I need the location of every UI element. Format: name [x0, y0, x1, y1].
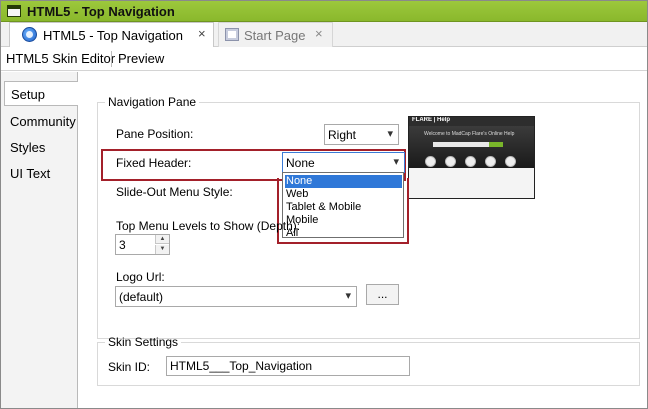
tab-label: HTML5 - Top Navigation — [43, 28, 183, 43]
skin-settings-legend: Skin Settings — [108, 335, 179, 349]
logo-url-select[interactable]: (default) ▾ — [115, 286, 357, 307]
preview-tab[interactable]: Preview — [118, 51, 164, 66]
close-icon[interactable]: × — [198, 26, 206, 41]
close-icon[interactable]: × — [315, 26, 323, 41]
pane-position-label: Pane Position: — [116, 127, 194, 141]
fixed-header-select[interactable]: None ▾ — [282, 152, 405, 173]
preview-tile-icon — [485, 156, 496, 167]
skin-id-input[interactable] — [167, 357, 409, 375]
preview-content-area — [409, 168, 534, 198]
tab-html5-top-navigation[interactable]: HTML5 - Top Navigation × — [9, 22, 214, 47]
window-title: HTML5 - Top Navigation — [27, 4, 175, 19]
preview-headline: Welcome to MadCap Flare's Online Help — [424, 131, 515, 137]
sidebar-item-ui-text[interactable]: UI Text — [10, 166, 50, 181]
increment-icon[interactable]: ▲ — [155, 235, 169, 244]
preview-tile-icon — [425, 156, 436, 167]
chevron-down-icon: ▾ — [345, 290, 351, 302]
skin-id-label: Skin ID: — [108, 360, 151, 374]
start-page-icon — [225, 28, 239, 41]
pane-position-select[interactable]: Right ▾ — [324, 124, 399, 145]
fixed-header-value: None — [286, 156, 315, 170]
logo-url-label: Logo Url: — [116, 270, 165, 284]
document-tab-bar: HTML5 - Top Navigation × Start Page × — [1, 22, 647, 47]
setup-panel: Navigation Pane Pane Position: Right ▾ F… — [78, 72, 647, 408]
tab-label: Start Page — [244, 28, 306, 43]
tab-start-page[interactable]: Start Page × — [218, 22, 333, 47]
decrement-icon[interactable]: ▼ — [155, 245, 169, 254]
pane-position-value: Right — [328, 128, 357, 142]
editor-toolbar: HTML5 Skin Editor Preview — [1, 47, 647, 71]
toolbar-separator — [111, 51, 112, 67]
preview-tile-icon — [465, 156, 476, 167]
sidebar-item-setup[interactable]: Setup — [4, 81, 79, 106]
top-menu-levels-label: Top Menu Levels to Show (Depth): — [116, 219, 301, 233]
navigation-pane-legend: Navigation Pane — [108, 95, 197, 109]
skin-preview-thumbnail: FLARE | Help Welcome to MadCap Flare's O… — [408, 116, 535, 199]
preview-search-button — [489, 142, 503, 147]
preview-logo: FLARE | Help — [412, 117, 451, 123]
sidebar: Setup Community Styles UI Text — [1, 72, 79, 408]
chevron-down-icon: ▾ — [393, 156, 399, 168]
sidebar-item-styles[interactable]: Styles — [10, 140, 45, 155]
sidebar-item-community[interactable]: Community — [10, 114, 76, 129]
window-icon — [7, 5, 21, 17]
preview-tile-icon — [505, 156, 516, 167]
fixed-header-label: Fixed Header: — [116, 156, 192, 170]
logo-url-value: (default) — [119, 290, 164, 304]
flare-project-icon — [22, 27, 37, 42]
chevron-down-icon: ▾ — [387, 128, 393, 140]
slideout-menu-label: Slide-Out Menu Style: — [116, 185, 233, 199]
browse-logo-button[interactable]: ... — [366, 284, 399, 305]
top-menu-levels-stepper[interactable]: 3 ▲ ▼ — [115, 234, 170, 255]
dropdown-highlight — [277, 178, 409, 244]
preview-tile-icon — [445, 156, 456, 167]
skin-editor-tab[interactable]: HTML5 Skin Editor — [6, 51, 115, 66]
title-bar: HTML5 - Top Navigation — [1, 1, 647, 22]
top-menu-levels-value: 3 — [119, 238, 126, 252]
skin-id-field[interactable] — [166, 356, 410, 376]
